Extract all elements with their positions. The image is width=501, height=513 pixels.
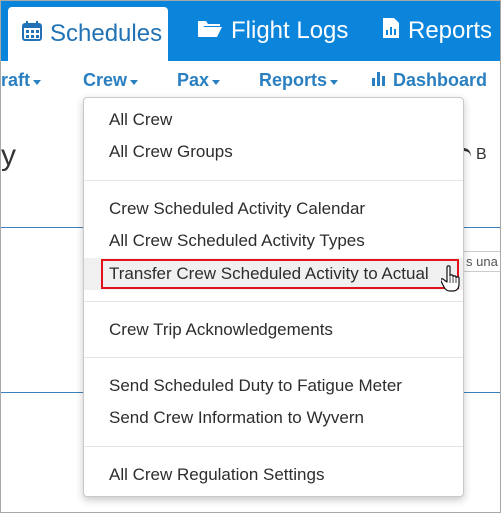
- nav-pax-label: Pax: [177, 70, 210, 90]
- menu-divider: [84, 446, 463, 447]
- menu-divider: [84, 180, 463, 181]
- menu-item-transfer-crew-scheduled-activity[interactable]: Transfer Crew Scheduled Activity to Actu…: [109, 264, 429, 284]
- page-title: y: [1, 139, 16, 172]
- nav-reports[interactable]: Reports: [259, 70, 339, 91]
- top-tab-bar: Schedules Flight Logs Reports: [1, 1, 500, 61]
- menu-item-send-crew-info-to-wyvern[interactable]: Send Crew Information to Wyvern: [109, 408, 364, 428]
- app-window: Schedules Flight Logs Reports raft Crew …: [0, 0, 501, 513]
- menu-item-all-crew-scheduled-activity-types[interactable]: All Crew Scheduled Activity Types: [109, 231, 365, 251]
- tab-reports[interactable]: Reports: [382, 1, 492, 61]
- nav-aircraft-label: raft: [1, 70, 31, 90]
- chevron-down-icon: [330, 79, 339, 85]
- menu-divider: [84, 301, 463, 302]
- chevron-down-icon: [130, 79, 139, 85]
- tab-schedules-label: Schedules: [50, 20, 163, 47]
- nav-reports-label: Reports: [259, 70, 328, 90]
- calendar-icon: [22, 20, 42, 48]
- tab-flight-logs[interactable]: Flight Logs: [197, 1, 348, 61]
- menu-item-crew-trip-acknowledgements[interactable]: Crew Trip Acknowledgements: [109, 320, 333, 340]
- nav-crew[interactable]: Crew: [83, 70, 139, 91]
- tab-schedules[interactable]: Schedules: [8, 7, 168, 61]
- bar-chart-icon: [371, 70, 387, 91]
- menu-item-all-crew-groups[interactable]: All Crew Groups: [109, 142, 233, 162]
- menu-item-crew-scheduled-activity-calendar[interactable]: Crew Scheduled Activity Calendar: [109, 199, 365, 219]
- back-button-label: B: [476, 145, 487, 163]
- menu-item-all-crew-regulation-settings[interactable]: All Crew Regulation Settings: [109, 465, 324, 485]
- menu-divider: [84, 357, 463, 358]
- secondary-nav: raft Crew Pax Reports Dashboard: [1, 61, 500, 101]
- crew-dropdown-menu: All Crew All Crew Groups Crew Scheduled …: [83, 97, 464, 497]
- folder-icon: [197, 17, 223, 45]
- nav-crew-label: Crew: [83, 70, 128, 90]
- document-icon: [382, 17, 400, 46]
- status-label: s una: [461, 251, 500, 272]
- nav-dashboard-label: Dashboard: [393, 70, 488, 90]
- nav-aircraft[interactable]: raft: [1, 70, 42, 91]
- chevron-down-icon: [212, 79, 221, 85]
- nav-pax[interactable]: Pax: [177, 70, 221, 91]
- menu-item-send-duty-to-fatigue-meter[interactable]: Send Scheduled Duty to Fatigue Meter: [109, 376, 402, 396]
- tab-reports-label: Reports: [408, 17, 493, 44]
- nav-dashboard[interactable]: Dashboard: [371, 70, 487, 91]
- hand-cursor-icon: [440, 265, 461, 293]
- chevron-down-icon: [33, 79, 42, 85]
- menu-item-all-crew[interactable]: All Crew: [109, 110, 172, 130]
- tab-flight-logs-label: Flight Logs: [231, 17, 349, 44]
